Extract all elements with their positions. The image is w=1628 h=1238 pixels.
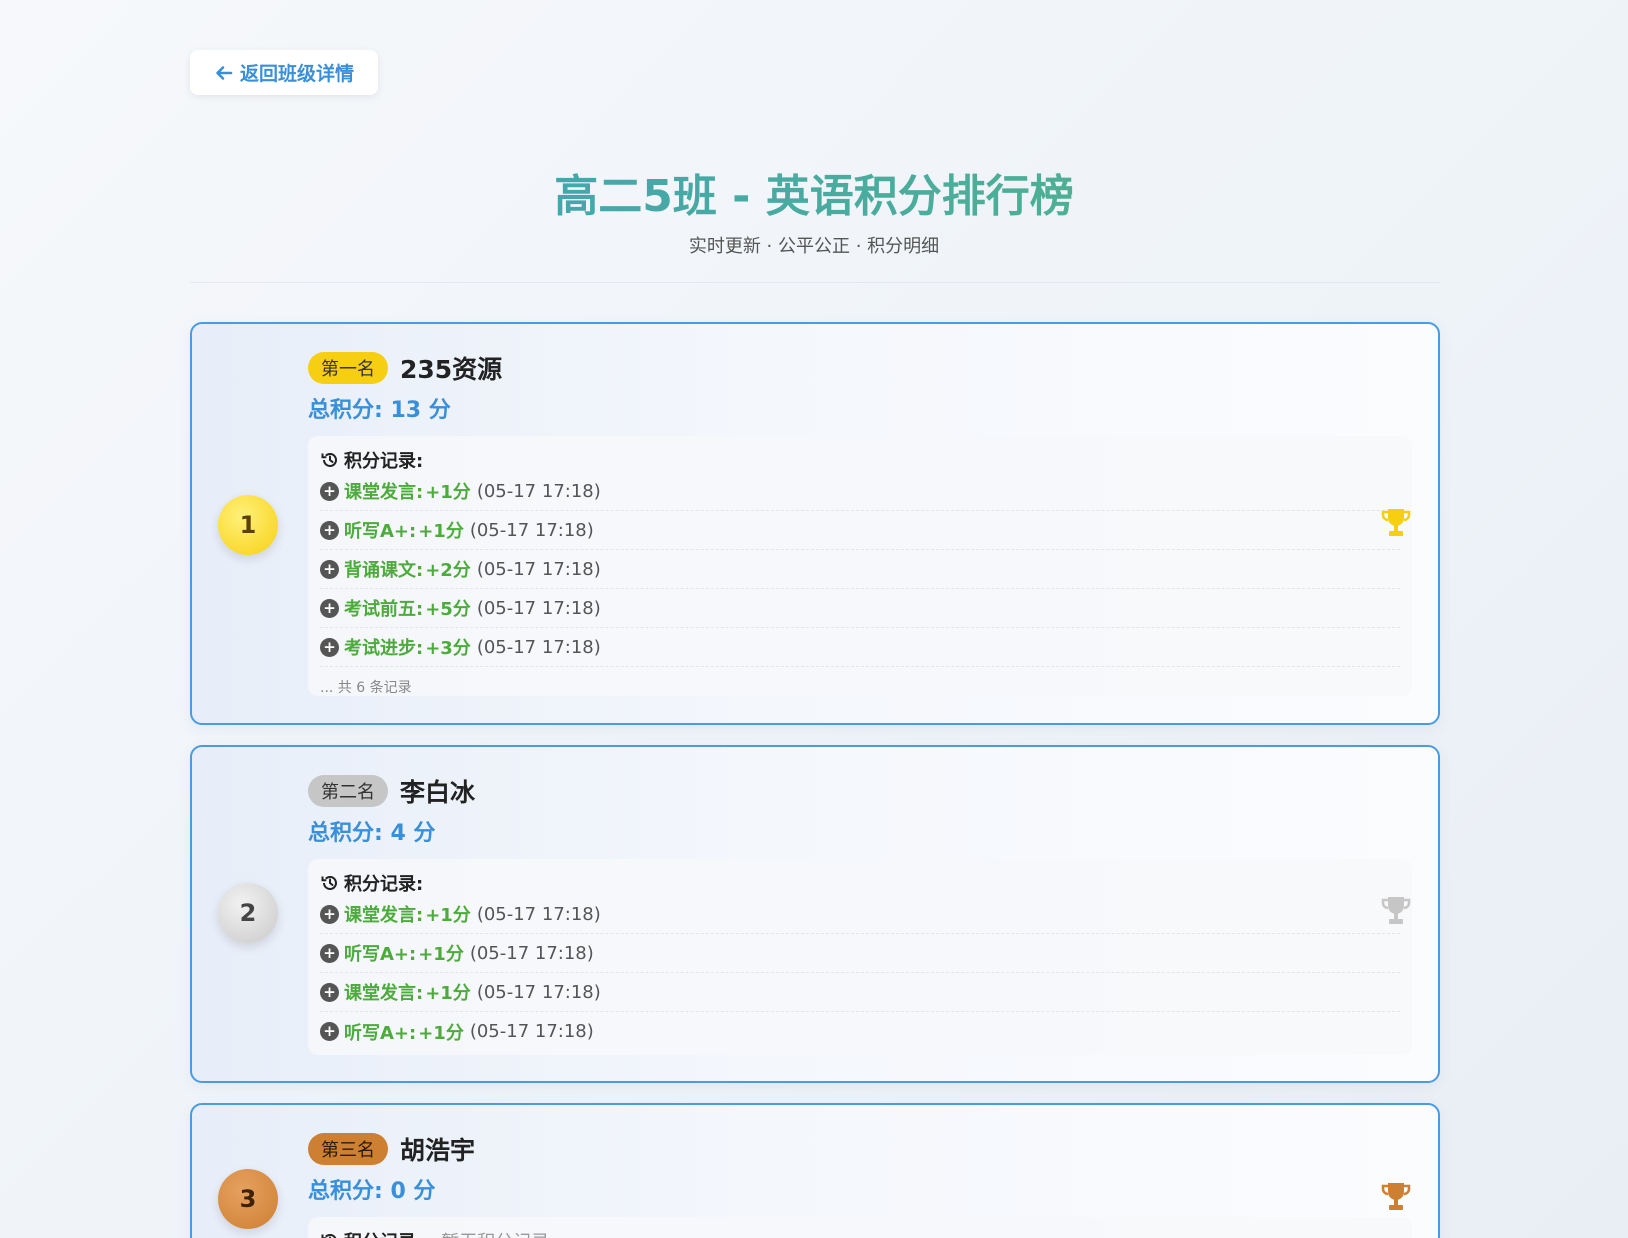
record-time: (05-17 17:18) [476,981,601,1003]
records-title-label: 积分记录: [344,451,424,472]
record-reason: 背诵课文: [344,560,424,581]
record-item: + 课堂发言: +1分 (05-17 17:18) [320,895,1400,934]
rank-circle: 3 [218,1169,278,1229]
record-reason: 听写A+: [344,944,417,965]
record-item: + 课堂发言: +1分 (05-17 17:18) [320,472,1400,511]
ranking-card-3[interactable]: 3 第三名 胡浩宇 总积分: 0 分 积分记录: 暂无积分记录 [190,1103,1440,1238]
plus-circle-icon: + [320,982,339,1002]
history-icon [321,876,337,890]
rank-badge: 第一名 [308,352,388,384]
no-records-note: 暂无积分记录 [441,1228,549,1238]
rank-badge: 第三名 [308,1133,388,1165]
records-panel: 积分记录: 暂无积分记录 [308,1217,1412,1238]
plus-circle-icon: + [320,481,339,501]
record-points: +3分 [425,638,471,659]
record-points: +1分 [418,944,464,965]
plus-circle-icon: + [320,904,339,924]
history-icon [321,1234,337,1238]
rank-circle: 2 [218,883,278,943]
record-points: +1分 [418,521,464,542]
records-panel: 积分记录: + 课堂发言: +1分 (05-17 17:18) + 听写A+: … [308,859,1412,1055]
records-title: 积分记录: [320,448,1400,472]
plus-circle-icon: + [320,598,339,618]
record-points: +2分 [425,560,471,581]
record-points: +1分 [418,1022,464,1044]
record-reason: 课堂发言: [344,983,424,1004]
student-header: 第三名 胡浩宇 [308,1131,475,1167]
header-divider [190,282,1440,283]
records-title: 积分记录: 暂无积分记录 [320,1229,1400,1238]
records-title-label: 积分记录: [344,874,424,895]
record-reason: 考试进步: [344,638,424,659]
records-panel: 积分记录: + 课堂发言: +1分 (05-17 17:18) + 听写A+: … [308,436,1412,696]
record-time: (05-17 17:18) [476,558,601,580]
total-score: 总积分: 0 分 [308,1179,436,1204]
back-button-label: 返回班级详情 [239,63,354,85]
record-item: + 考试前五: +5分 (05-17 17:18) [320,589,1400,628]
student-name: 胡浩宇 [400,1136,476,1165]
record-item: + 听写A+: +1分 (05-17 17:18) [320,1012,1400,1051]
record-reason: 听写A+: [344,1022,417,1044]
record-points: +1分 [425,482,471,503]
record-reason: 课堂发言: [344,482,424,503]
record-item: + 课堂发言: +1分 (05-17 17:18) [320,973,1400,1012]
back-to-class-button[interactable]: 返回班级详情 [190,50,378,95]
records-title: 积分记录: [320,871,1400,895]
plus-circle-icon: + [320,559,339,579]
record-time: (05-17 17:18) [469,942,594,964]
student-header: 第一名 235资源 [308,350,502,386]
record-time: (05-17 17:18) [469,1021,594,1042]
records-title-label: 积分记录: [344,1228,423,1238]
record-points: +5分 [425,599,471,620]
plus-circle-icon: + [320,637,339,657]
ranking-card-1[interactable]: 1 第一名 235资源 总积分: 13 分 积分记录: + 课堂发言: +1分 … [190,322,1440,725]
record-time: (05-17 17:18) [476,480,601,502]
student-name: 李白冰 [400,778,476,807]
page-subtitle: 实时更新 · 公平公正 · 积分明细 [688,236,940,257]
rank-circle: 1 [218,495,278,555]
history-icon [321,453,337,467]
trophy-icon [1381,509,1411,536]
arrow-left-icon [216,65,233,80]
student-name: 235资源 [400,355,503,384]
rank-badge: 第二名 [308,775,388,807]
student-header: 第二名 李白冰 [308,773,475,809]
total-score: 总积分: 4 分 [308,821,436,846]
record-time: (05-17 17:18) [476,636,601,658]
record-time: (05-17 17:18) [476,903,601,925]
record-points: +1分 [425,983,471,1004]
more-records-note: ... 共 6 条记录 [320,680,412,696]
record-points: +1分 [425,905,471,926]
plus-circle-icon: + [320,520,339,540]
leaderboard-page: 返回班级详情 高二5班 - 英语积分排行榜 实时更新 · 公平公正 · 积分明细… [0,0,1628,1238]
record-item: + 听写A+: +1分 (05-17 17:18) [320,934,1400,973]
page-title: 高二5班 - 英语积分排行榜 [0,160,1628,224]
record-item: + 背诵课文: +2分 (05-17 17:18) [320,550,1400,589]
plus-circle-icon: + [320,1022,339,1041]
record-item: + 考试进步: +3分 (05-17 17:18) [320,628,1400,667]
record-reason: 考试前五: [344,599,424,620]
trophy-icon [1381,897,1411,924]
record-time: (05-17 17:18) [476,597,601,619]
total-score: 总积分: 13 分 [308,398,451,423]
ranking-card-2[interactable]: 2 第二名 李白冰 总积分: 4 分 积分记录: + 课堂发言: +1分 (05… [190,745,1440,1083]
record-time: (05-17 17:18) [469,519,594,541]
record-item: + 听写A+: +1分 (05-17 17:18) [320,511,1400,550]
trophy-icon [1381,1183,1411,1210]
record-reason: 听写A+: [344,521,417,542]
record-reason: 课堂发言: [344,905,424,926]
plus-circle-icon: + [320,943,339,963]
